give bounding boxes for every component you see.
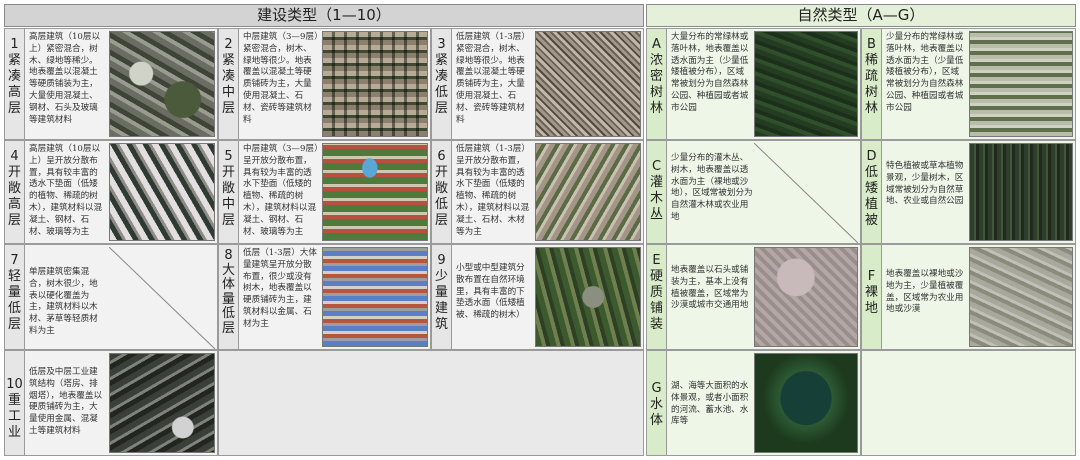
type-code: B稀疏树林 bbox=[862, 29, 882, 139]
type-description: 低层建筑（1-3层）紧密混合，树木、绿地等很少。地表覆盖以混凝土等硬质铺砖为主，… bbox=[456, 32, 530, 125]
lcz-classification-table: 建设类型（1—10） 自然类型（A—G） 1紧凑高层 高层建筑（10层以上）紧密… bbox=[4, 4, 1076, 456]
type-description: 低层及中层工业建筑结构（塔房、排烟塔），地表覆盖以硬质铺砖为主，大量使用金属、混… bbox=[29, 367, 103, 436]
built-type-4: 4开敞高层 高层建筑（10层以上）呈开放分散布置，具有较丰富的透水下垫面（低矮的… bbox=[4, 140, 218, 244]
aerial-thumbnail bbox=[969, 31, 1073, 137]
type-code: E硬质铺装 bbox=[647, 245, 667, 349]
type-description: 低层（1-3层）大体量建筑呈开放分散布置，很少或没有树木，地表覆盖以硬质铺砖为主… bbox=[243, 248, 317, 329]
type-code: 3紧凑低层 bbox=[432, 29, 452, 139]
type-description: 地表覆盖以裸地或沙地为主，少量植被覆盖，区域常为农业用地或沙漠 bbox=[886, 269, 964, 315]
type-description: 大量分布的常绿林或落叶林，地表覆盖以透水面为主（少量低矮植被分布），区域常被划分… bbox=[671, 32, 749, 113]
type-description: 特色植被或草本植物景观，少量树木，区域常被划分为自然草地、农业或自然公园 bbox=[886, 161, 964, 207]
natural-type-A: A浓密树林 大量分布的常绿林或落叶林，地表覆盖以透水面为主（少量低矮植被分布），… bbox=[646, 28, 861, 140]
natural-type-C: C灌木丛 少量分布的灌木丛、树木，地表覆盖以透水面为主（裸地或沙地），区域常被划… bbox=[646, 140, 861, 244]
type-description: 高层建筑（10层以上）紧密混合，树木、绿地等稀少。地表覆盖以混凝土等硬质铺装为主… bbox=[29, 32, 101, 125]
built-type-5: 5开敞中层 中层建筑（3—9层）呈开放分散布置，具有较为丰富的透水下垫面（低矮的… bbox=[218, 140, 431, 244]
aerial-thumbnail bbox=[754, 247, 858, 347]
type-code: 10 重工业 bbox=[5, 351, 25, 455]
type-code: 7轻量低层 bbox=[5, 245, 25, 349]
built-type-2: 2紧凑中层 中层建筑（3—9层）紧密混合，树木、绿地等很少。地表覆盖以混凝土等硬… bbox=[218, 28, 431, 140]
built-type-7: 7轻量低层 单层建筑密集混合，树木很少，地表以硬化覆盖为主，建筑材料以木材、茅草… bbox=[4, 244, 218, 350]
aerial-thumbnail bbox=[754, 31, 858, 137]
type-description: 中层建筑（3—9层）呈开放分散布置，具有较为丰富的透水下垫面（低矮的植物、稀疏的… bbox=[243, 144, 319, 237]
type-code: A浓密树林 bbox=[647, 29, 667, 139]
natural-types-header: 自然类型（A—G） bbox=[646, 4, 1076, 27]
built-type-10: 10 重工业 低层及中层工业建筑结构（塔房、排烟塔），地表覆盖以硬质铺砖为主，大量… bbox=[4, 350, 218, 456]
aerial-thumbnail bbox=[322, 247, 428, 347]
aerial-thumbnail bbox=[754, 353, 858, 453]
type-code: G水体 bbox=[647, 351, 667, 455]
type-code: 9少量建筑 bbox=[432, 245, 452, 349]
empty-area bbox=[218, 350, 644, 456]
type-description: 少量分布的常绿林或落叶林，地表覆盖以透水面为主（少量低矮植被分布），区域常被划分… bbox=[886, 32, 964, 113]
empty-thumbnail-slash bbox=[109, 247, 215, 349]
type-code: 6开敞低层 bbox=[432, 141, 452, 243]
type-description: 湖、海等大面积的水体景观，或者小面积的河流、蓄水池、水库等 bbox=[671, 381, 749, 427]
natural-type-D: D低矮植被 特色植被或草本植物景观，少量树木，区域常被划分为自然草地、农业或自然… bbox=[861, 140, 1076, 244]
built-types-header: 建设类型（1—10） bbox=[4, 4, 644, 27]
type-description: 小型或中型建筑分散布置在自然环境里，具有丰富的下垫透水面（低矮植被、稀疏的树木） bbox=[456, 263, 525, 321]
natural-type-E: E硬质铺装 地表覆盖以石头或铺装为主，基本上没有植被覆盖，区域常为沙漠或城市交通… bbox=[646, 244, 861, 350]
type-description: 低层建筑（1-3层）呈开放分散布置，具有较为丰富的透水下垫面（低矮的植物、稀疏的… bbox=[456, 144, 530, 237]
type-description: 中层建筑（3—9层）紧密混合，树木、绿地等很少。地表覆盖以混凝土等硬质铺砖为主，… bbox=[243, 32, 319, 125]
aerial-thumbnail bbox=[969, 143, 1073, 241]
aerial-thumbnail bbox=[322, 143, 428, 241]
type-code: C灌木丛 bbox=[647, 141, 667, 243]
built-type-3: 3紧凑低层 低层建筑（1-3层）紧密混合，树木、绿地等很少。地表覆盖以混凝土等硬… bbox=[431, 28, 644, 140]
aerial-thumbnail bbox=[535, 247, 641, 347]
type-description: 少量分布的灌木丛、树木，地表覆盖以透水面为主（裸地或沙地），区域常被划分为自然灌… bbox=[671, 153, 753, 222]
aerial-thumbnail bbox=[109, 31, 215, 137]
aerial-thumbnail bbox=[535, 31, 641, 137]
aerial-thumbnail bbox=[535, 143, 641, 241]
aerial-thumbnail bbox=[109, 353, 215, 453]
type-code: D低矮植被 bbox=[862, 141, 882, 243]
aerial-thumbnail bbox=[109, 143, 215, 241]
type-code: 1紧凑高层 bbox=[5, 29, 25, 139]
type-code: 4开敞高层 bbox=[5, 141, 25, 243]
type-code: 2紧凑中层 bbox=[219, 29, 239, 139]
empty-thumbnail-slash bbox=[754, 143, 858, 243]
type-description: 单层建筑密集混合，树木很少，地表以硬化覆盖为主，建筑材料以木材、茅草等轻质材料为… bbox=[29, 267, 98, 336]
built-type-6: 6开敞低层 低层建筑（1-3层）呈开放分散布置，具有较为丰富的透水下垫面（低矮的… bbox=[431, 140, 644, 244]
type-code: 5开敞中层 bbox=[219, 141, 239, 243]
built-type-8: 8大体量低层 低层（1-3层）大体量建筑呈开放分散布置，很少或没有树木，地表覆盖… bbox=[218, 244, 431, 350]
natural-type-G: G水体 湖、海等大面积的水体景观，或者小面积的河流、蓄水池、水库等 bbox=[646, 350, 861, 456]
built-type-9: 9少量建筑 小型或中型建筑分散布置在自然环境里，具有丰富的下垫透水面（低矮植被、… bbox=[431, 244, 644, 350]
type-code: F裸地 bbox=[862, 245, 882, 349]
empty-area bbox=[861, 350, 1076, 456]
type-code: 8大体量低层 bbox=[219, 245, 239, 349]
type-description: 高层建筑（10层以上）呈开放分散布置，具有较丰富的透水下垫面（低矮的植物、稀疏的… bbox=[29, 144, 103, 237]
natural-type-F: F裸地 地表覆盖以裸地或沙地为主，少量植被覆盖，区域常为农业用地或沙漠 bbox=[861, 244, 1076, 350]
natural-type-B: B稀疏树林 少量分布的常绿林或落叶林，地表覆盖以透水面为主（少量低矮植被分布），… bbox=[861, 28, 1076, 140]
aerial-thumbnail bbox=[322, 31, 428, 137]
aerial-thumbnail bbox=[969, 247, 1073, 347]
type-description: 地表覆盖以石头或铺装为主，基本上没有植被覆盖，区域常为沙漠或城市交通用地 bbox=[671, 265, 749, 311]
built-type-1: 1紧凑高层 高层建筑（10层以上）紧密混合，树木、绿地等稀少。地表覆盖以混凝土等… bbox=[4, 28, 218, 140]
